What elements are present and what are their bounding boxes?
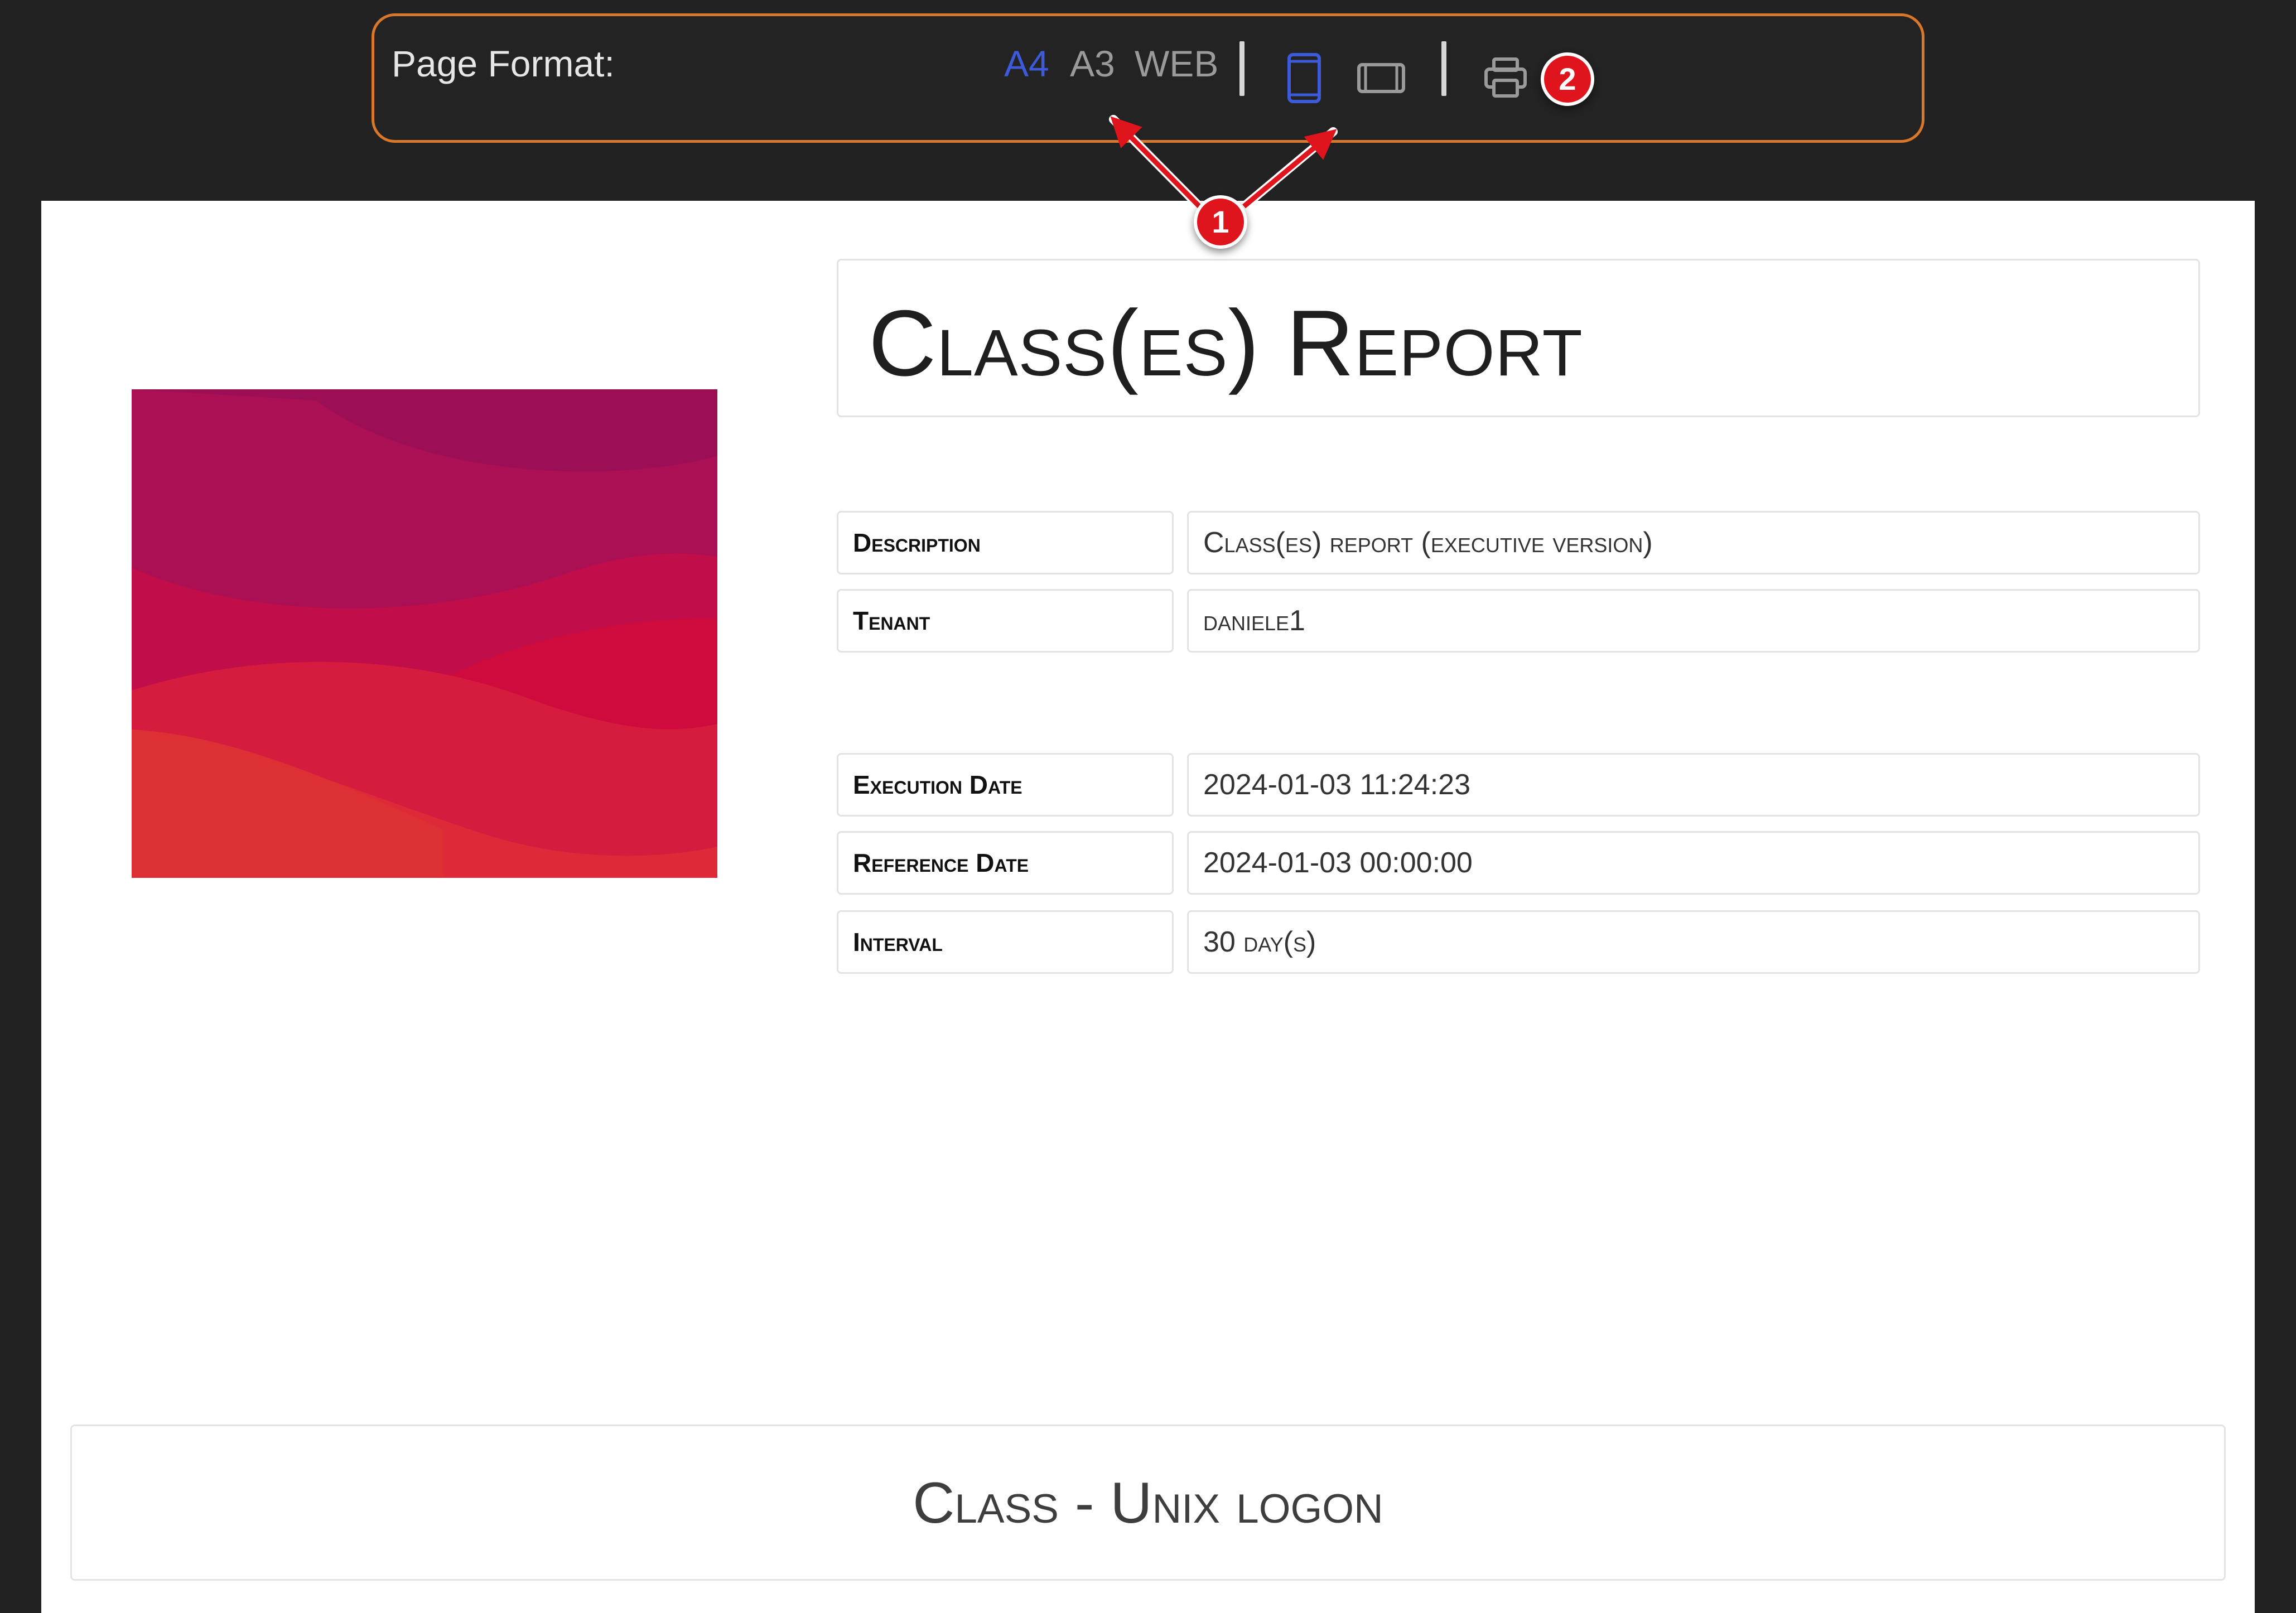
field-key-reference-date: Reference Date bbox=[837, 831, 1174, 895]
field-key-description: Description bbox=[837, 511, 1174, 574]
field-value-reference-date: 2024-01-03 00:00:00 bbox=[1187, 831, 2200, 895]
field-value-execution-date: 2024-01-03 11:24:23 bbox=[1187, 753, 2200, 817]
annotation-badge-2: 2 bbox=[1541, 52, 1594, 106]
report-page: Class(es) Report Description Class(es) r… bbox=[41, 201, 2255, 1613]
report-title: Class(es) Report bbox=[869, 291, 1583, 395]
annotation-badge-1: 1 bbox=[1194, 195, 1247, 249]
toolbar-separator bbox=[1239, 41, 1245, 96]
field-key-tenant: Tenant bbox=[837, 589, 1174, 653]
report-title-box: Class(es) Report bbox=[837, 259, 2200, 417]
annotation-arrow bbox=[1242, 129, 1337, 209]
format-a4-button[interactable]: A4 bbox=[1004, 41, 1049, 86]
report-cover-image bbox=[132, 389, 717, 878]
printer-icon[interactable] bbox=[1484, 57, 1527, 98]
format-web-button[interactable]: WEB bbox=[1135, 41, 1218, 86]
field-key-interval: Interval bbox=[837, 910, 1174, 974]
section-title: Class - Unix logon bbox=[913, 1471, 1383, 1535]
field-value-interval: 30 day(s) bbox=[1187, 910, 2200, 974]
toolbar-separator bbox=[1441, 41, 1446, 96]
field-key-execution-date: Execution Date bbox=[837, 753, 1174, 817]
field-value-description: Class(es) report (executive version) bbox=[1187, 511, 2200, 574]
portrait-orientation-icon[interactable] bbox=[1286, 52, 1322, 104]
section-header-box: Class - Unix logon bbox=[70, 1424, 2226, 1581]
landscape-orientation-icon[interactable] bbox=[1357, 62, 1406, 94]
format-a3-button[interactable]: A3 bbox=[1070, 41, 1115, 86]
page-format-label: Page Format: bbox=[392, 43, 615, 84]
field-value-tenant: daniele1 bbox=[1187, 589, 2200, 653]
